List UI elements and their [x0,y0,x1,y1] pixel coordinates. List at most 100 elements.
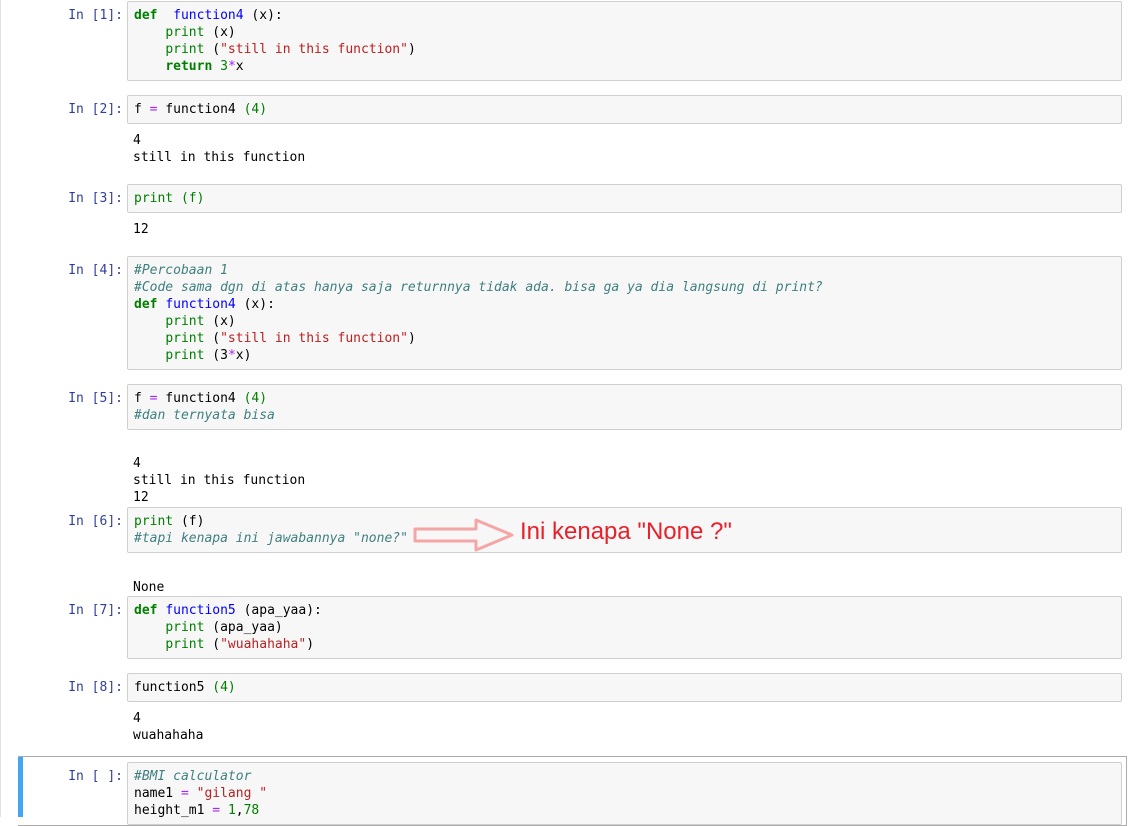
code-line: #dan ternyata bisa [134,407,1115,424]
code-token: function4 [173,8,244,23]
code-token: def [134,603,158,618]
cell-prompt: In [8]: [68,680,123,695]
output-line: 4 [133,133,141,148]
code-token: (apa_yaa) [204,620,283,635]
notebook: In [1]: def function4 (x): print (x) prin… [0,0,1147,825]
code-line: def function4 (x): [134,296,1115,313]
code-token: def [134,8,158,23]
cell-output: None [133,579,164,596]
cell-prompt: In [4]: [68,263,123,278]
cell-prompt: In [2]: [68,102,123,117]
code-token: ( [204,42,221,57]
code-token: function5 [165,603,236,618]
cell-output: 4 still in this function [133,132,305,166]
code-token: 3 [220,59,228,74]
selected-cell-frame[interactable] [18,756,1127,826]
code-line: #Code sama dgn di atas hanya saja return… [134,279,1115,296]
code-line: print (3*x) [134,347,1115,364]
code-line: function5 (4) [134,679,1115,696]
code-line: print ("still in this function") [134,330,1115,347]
code-token: (x): [243,8,283,23]
code-token: function5 [134,680,213,695]
output-line: None [133,580,165,595]
code-input[interactable]: def function5 (apa_yaa): print (apa_yaa)… [127,596,1122,659]
code-token: f [134,102,150,117]
code-input[interactable]: def function4 (x): print (x) print ("sti… [127,1,1122,81]
output-line: 4 [133,711,141,726]
code-line: def function4 (x): [134,7,1115,24]
code-token: (x): [235,297,275,312]
cell-prompt: In [3]: [68,191,123,206]
output-line: still in this function [133,150,306,165]
code-line: return 3*x [134,58,1115,75]
cell-output: 4 wuahahaha [133,710,203,744]
code-token: ) [306,637,315,652]
cell-prompt: In [1]: [68,8,123,23]
code-line: print ("wuahahaha") [134,636,1115,653]
code-token: print [134,191,174,206]
code-input[interactable]: print (f) [127,184,1122,213]
code-line: print (x) [134,24,1115,41]
code-token: ( [204,331,221,346]
code-token: function4 [157,102,244,117]
code-line: print (f) [134,190,1115,207]
code-line: def function5 (apa_yaa): [134,602,1115,619]
code-token: #Code sama dgn di atas hanya saja return… [134,280,823,295]
code-input[interactable]: f = function4 (4) #dan ternyata bisa [127,384,1122,430]
code-token: ) [407,331,416,346]
code-token: function4 [157,391,244,406]
output-line: still in this function [133,473,306,488]
code-line: f = function4 (4) [134,390,1115,407]
code-token: x) [235,348,252,363]
output-line: wuahahaha [133,728,204,743]
code-token: #dan ternyata bisa [134,408,275,423]
code-token: print [165,620,205,635]
code-token: "still in this function" [220,42,408,57]
code-token: print [165,348,205,363]
code-token: (f) [173,514,205,529]
code-token: ( [204,637,221,652]
code-input[interactable]: #Percobaan 1 #Code sama dgn di atas hanya… [127,256,1122,370]
code-token: (apa_yaa): [235,603,322,618]
cell-prompt: In [5]: [68,391,123,406]
code-token: #tapi kenapa ini jawabannya "none?" [134,531,408,546]
code-token: #Percobaan 1 [134,263,228,278]
code-input[interactable]: f = function4 (4) [127,95,1122,124]
output-line: 12 [133,490,149,505]
code-token: print [165,637,205,652]
code-line: print (apa_yaa) [134,619,1115,636]
code-line: print ("still in this function") [134,41,1115,58]
code-token: function4 [165,297,236,312]
cell-prompt: In [6]: [68,514,123,529]
annotation-text: Ini kenapa "None ?" [520,518,732,545]
code-token: (x) [204,314,236,329]
code-token: * [227,59,236,74]
code-token: return [165,59,213,74]
code-token: x [235,59,244,74]
code-token: print [165,314,205,329]
code-token: print [165,42,205,57]
output-line: 12 [133,222,149,237]
code-token: (x) [204,25,236,40]
code-line: print (x) [134,313,1115,330]
cell-output: 12 [133,221,149,238]
code-token: "still in this function" [220,331,408,346]
code-line: #Percobaan 1 [134,262,1115,279]
code-token: ) [407,42,416,57]
code-token: (f) [173,191,205,206]
cell-output: 4 still in this function 12 [133,455,305,506]
code-token: f [134,391,150,406]
code-token: (3 [204,348,228,363]
output-line: 4 [133,456,141,471]
code-input[interactable]: function5 (4) [127,673,1122,702]
code-token: print [165,25,205,40]
